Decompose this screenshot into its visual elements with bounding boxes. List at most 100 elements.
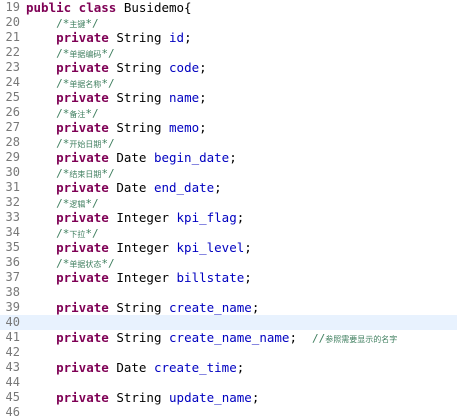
code-line[interactable]: 38: [0, 285, 457, 300]
comment-text-token: 单据名称: [69, 80, 102, 89]
line-number: 42: [5, 345, 20, 359]
code-line[interactable]: 19 public class Busidemo{: [0, 0, 457, 15]
comment-token: */: [101, 137, 115, 150]
keyword-token: public class: [26, 0, 117, 15]
comment-token: //: [312, 332, 326, 345]
code-line[interactable]: 30 /*结束日期*/: [0, 165, 457, 180]
code-token: Integer: [108, 210, 177, 225]
line-number: 40: [5, 315, 20, 329]
line-number: 22: [5, 45, 20, 59]
code-token: ;: [244, 270, 252, 285]
line-number: 44: [5, 375, 20, 389]
code-line[interactable]: 28 /*开始日期*/: [0, 135, 457, 150]
code-line[interactable]: 36 /*单据状态*/: [0, 255, 457, 270]
comment-token: */: [101, 167, 115, 180]
code-token: ;: [184, 30, 192, 45]
keyword-token: private: [56, 330, 109, 345]
code-line[interactable]: 22 /*单据编码*/: [0, 45, 457, 60]
code-line[interactable]: 31 private Date end_date;: [0, 180, 457, 195]
code-text: private Integer billstate;: [26, 270, 252, 285]
code-token: ;: [236, 360, 245, 375]
line-number: 31: [5, 180, 20, 194]
code-line[interactable]: 37 private Integer billstate;: [0, 270, 457, 285]
code-text: private Date begin_date;: [26, 150, 237, 165]
keyword-token: private: [56, 60, 109, 75]
comment-token: */: [101, 257, 115, 270]
code-text: private String id;: [26, 30, 192, 45]
line-number: 21: [5, 30, 20, 44]
keyword-token: private: [56, 390, 109, 405]
current-code-line[interactable]: 40: [0, 315, 457, 330]
code-line[interactable]: 39 private String create_name;: [0, 300, 457, 315]
code-line[interactable]: 41 private String create_name_name; //参照…: [0, 330, 457, 345]
code-token: ;: [289, 330, 313, 345]
field-name-token: id: [169, 30, 185, 45]
field-name-token: begin_date: [153, 150, 230, 165]
field-name-token: memo: [169, 120, 200, 135]
keyword-token: private: [56, 30, 109, 45]
comment-token: /*: [56, 77, 70, 90]
line-number: 26: [5, 105, 20, 119]
comment-token: /*: [56, 107, 70, 120]
code-text: private Date create_time;: [26, 360, 244, 375]
code-line[interactable]: 23 private String code;: [0, 60, 457, 75]
comment-token: /*: [56, 137, 70, 150]
code-token: String: [108, 90, 170, 105]
comment-text-token: 下拉: [69, 230, 86, 239]
code-line[interactable]: 25 private String name;: [0, 90, 457, 105]
comment-token: */: [101, 77, 115, 90]
comment-text-token: 开始日期: [69, 140, 102, 149]
keyword-token: private: [56, 180, 109, 195]
line-number: 24: [5, 75, 20, 89]
field-name-token: create_time: [153, 360, 237, 375]
code-editor[interactable]: 19 public class Busidemo{20 /*主键*/21 priv…: [0, 0, 457, 419]
keyword-token: private: [56, 210, 109, 225]
keyword-token: private: [56, 240, 109, 255]
code-line[interactable]: 20 /*主键*/: [0, 15, 457, 30]
line-number: 38: [5, 285, 20, 299]
code-token: ;: [251, 390, 260, 405]
line-number: 35: [5, 240, 20, 254]
code-line[interactable]: 43 private Date create_time;: [0, 360, 457, 375]
code-line[interactable]: 29 private Date begin_date;: [0, 150, 457, 165]
code-line[interactable]: 45 private String update_name;: [0, 390, 457, 405]
code-line[interactable]: 27 private String memo;: [0, 120, 457, 135]
line-number: 46: [5, 405, 20, 419]
comment-text-token: 单据编码: [69, 50, 102, 59]
line-number: 39: [5, 300, 20, 314]
field-name-token: kpi_flag: [176, 210, 237, 225]
code-line[interactable]: 32 /*逻辑*/: [0, 195, 457, 210]
comment-token: /*: [56, 167, 70, 180]
keyword-token: private: [56, 90, 109, 105]
code-line[interactable]: 33 private Integer kpi_flag;: [0, 210, 457, 225]
field-name-token: name: [169, 90, 200, 105]
field-name-token: update_name: [169, 390, 252, 405]
code-line[interactable]: 26 /*备注*/: [0, 105, 457, 120]
code-line[interactable]: 42: [0, 345, 457, 360]
code-text: private Date end_date;: [26, 180, 222, 195]
code-line[interactable]: 46: [0, 405, 457, 419]
code-line[interactable]: 21 private String id;: [0, 30, 457, 45]
code-line[interactable]: 44: [0, 375, 457, 390]
comment-token: /*: [56, 257, 70, 270]
code-token: Date: [108, 360, 154, 375]
code-text: private String memo;: [26, 120, 207, 135]
code-line[interactable]: 35 private Integer kpi_level;: [0, 240, 457, 255]
code-line[interactable]: 34 /*下拉*/: [0, 225, 457, 240]
code-text: private String name;: [26, 90, 207, 105]
line-number: 19: [5, 0, 20, 14]
comment-token: */: [101, 47, 115, 60]
code-text: private String code;: [26, 60, 207, 75]
code-token: Integer: [108, 270, 177, 285]
code-line[interactable]: 24 /*单据名称*/: [0, 75, 457, 90]
